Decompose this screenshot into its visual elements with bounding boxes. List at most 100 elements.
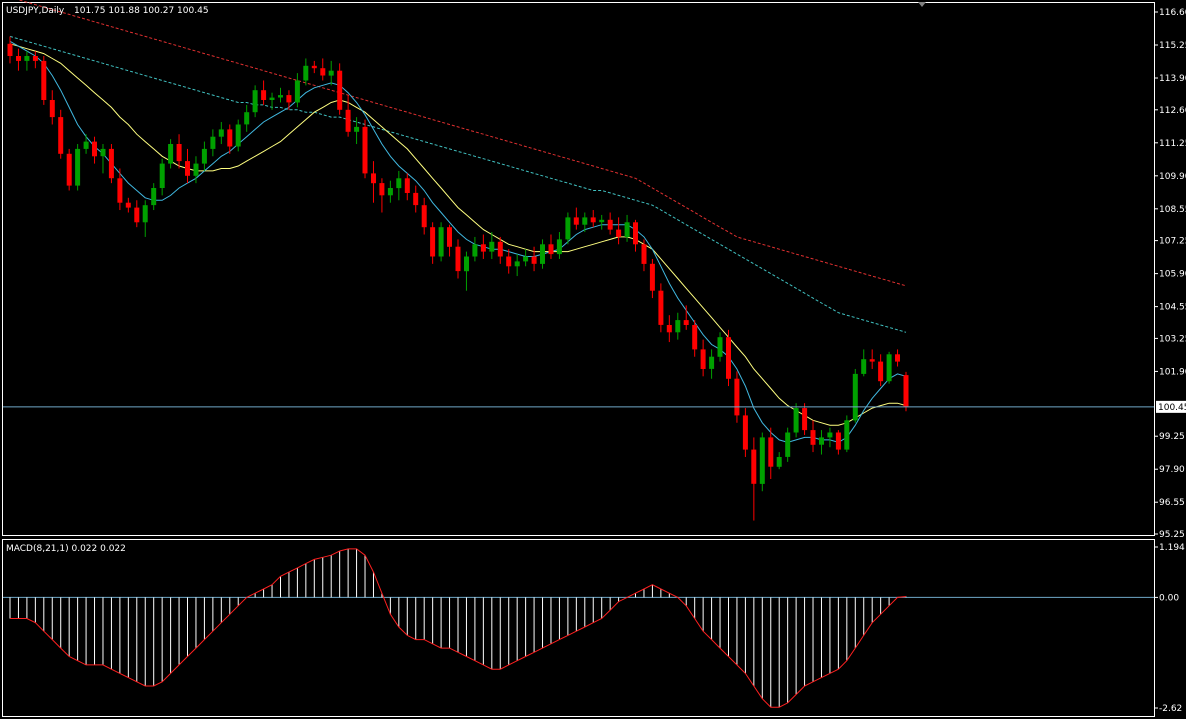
candle-body [151, 188, 157, 206]
candle-body [227, 129, 233, 147]
candle[interactable] [785, 427, 791, 462]
candle-body [878, 361, 884, 382]
candle-body [844, 420, 850, 450]
candle-body [759, 437, 765, 484]
candle-body [633, 222, 638, 245]
candle-body [311, 65, 317, 69]
macd-axis-label: 1.194 [1159, 543, 1185, 553]
price-axis-label: 101.90 [1159, 367, 1186, 377]
candle-body [16, 56, 21, 61]
price-axis-label: 97.90 [1159, 465, 1185, 475]
candle-body [785, 432, 791, 457]
candle-body [590, 217, 596, 223]
candle-body [244, 112, 250, 125]
candle-body [531, 256, 537, 264]
price-axis-label: 108.55 [1159, 205, 1186, 215]
price-axis-label: 95.25 [1159, 530, 1185, 540]
candle-body [852, 373, 858, 421]
candle-body [548, 244, 554, 255]
candle-body [58, 117, 64, 154]
candle-body [489, 241, 495, 252]
candle-body [895, 354, 900, 362]
candle[interactable] [66, 148, 72, 191]
candle-body [421, 205, 427, 228]
candle-body [573, 217, 579, 225]
candle-body [683, 320, 689, 325]
candle-body [649, 263, 655, 291]
candle-body [565, 217, 571, 240]
candle-body [827, 432, 833, 438]
candle-body [294, 80, 300, 103]
ohlc-label: 101.75 101.88 100.27 100.45 [74, 6, 209, 16]
candle-body [861, 359, 867, 374]
candle-body [100, 148, 106, 157]
candle-body [700, 349, 706, 369]
candle-body [819, 437, 824, 445]
candle-body [218, 129, 224, 137]
candle-body [556, 239, 562, 255]
candle-body [776, 457, 782, 467]
candle-body [869, 359, 875, 362]
candle-body [599, 219, 605, 223]
candle-body [497, 241, 503, 257]
candle-body [117, 178, 123, 203]
candle-body [438, 227, 444, 257]
candle-body [430, 227, 436, 257]
candle[interactable] [852, 368, 858, 423]
candle-body [235, 124, 241, 147]
candle-body [278, 95, 283, 98]
current-price-tag: 100.45 [1156, 400, 1186, 413]
candle-body [354, 126, 360, 132]
price-axis-label: 111.25 [1159, 139, 1186, 149]
candle-body [742, 415, 748, 450]
candle-body [607, 219, 613, 230]
candle-body [641, 244, 647, 264]
candle-body [345, 109, 351, 132]
candle-body [413, 192, 419, 206]
candle[interactable] [734, 371, 740, 423]
candle[interactable] [726, 329, 731, 387]
candle-body [835, 432, 841, 450]
candle-body [328, 70, 334, 76]
chart-root: USDJPY,Daily 101.75 101.88 100.27 100.45… [0, 0, 1186, 719]
candle[interactable] [886, 351, 892, 384]
candle-body [523, 256, 529, 262]
candle-body [7, 43, 13, 56]
candle[interactable] [844, 415, 850, 453]
candle-body [371, 173, 376, 184]
candle[interactable] [759, 432, 765, 492]
candle-body [108, 148, 114, 179]
candle-body [286, 95, 292, 103]
price-axis-label: 115.25 [1159, 41, 1186, 51]
candle-body [514, 261, 520, 267]
candle-body [903, 375, 909, 407]
candle-body [83, 141, 89, 149]
candle-body [751, 449, 757, 484]
price-axis-label: 105.90 [1159, 270, 1186, 280]
candle-body [447, 227, 452, 247]
candle[interactable] [75, 144, 81, 191]
candle-body [802, 408, 808, 431]
candle[interactable] [58, 109, 64, 159]
candle-body [269, 97, 275, 100]
candle[interactable] [108, 144, 114, 184]
candle-body [455, 246, 461, 272]
candle[interactable] [793, 403, 799, 438]
candle-body [32, 56, 38, 61]
candle-body [624, 222, 630, 237]
candle-body [793, 408, 799, 433]
candle[interactable] [438, 222, 444, 262]
candle-body [337, 70, 343, 110]
candle-body [24, 56, 30, 61]
candle[interactable] [903, 371, 909, 412]
current-price-tag-text: 100.45 [1158, 403, 1186, 413]
candle-body [692, 325, 698, 350]
candle-body [472, 244, 478, 257]
candle-body [210, 136, 216, 149]
candle[interactable] [41, 56, 47, 105]
candle-body [768, 437, 774, 467]
candle[interactable] [362, 119, 368, 179]
price-axis-label: 109.90 [1159, 172, 1186, 182]
candle[interactable] [337, 63, 343, 115]
price-axis-label: 104.55 [1159, 303, 1186, 313]
